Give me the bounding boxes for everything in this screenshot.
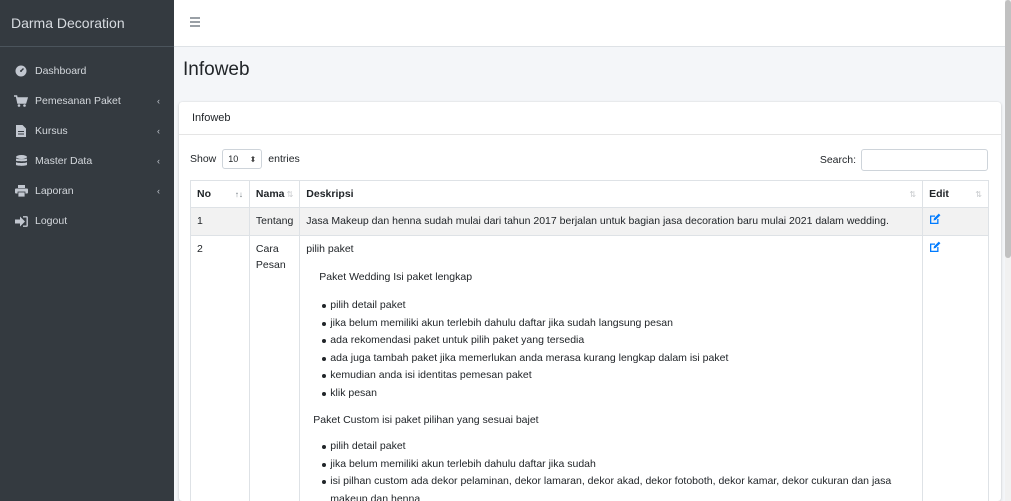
- brand-link[interactable]: Darma Decoration: [0, 0, 174, 47]
- sidebar-item-label: Laporan: [35, 185, 74, 197]
- sidebar-item-pemesanan-paket[interactable]: Pemesanan Paket ‹: [0, 86, 174, 116]
- chevron-left-icon: ‹: [157, 96, 160, 106]
- list-item: jika belum memiliki akun terlebih dahulu…: [322, 315, 916, 333]
- scrollbar-thumb[interactable]: [1005, 0, 1011, 258]
- sidebar-item-label: Kursus: [35, 125, 68, 137]
- column-header-label: Deskripsi: [306, 188, 354, 200]
- chevron-left-icon: ‹: [157, 186, 160, 196]
- cell-deskripsi: pilih paket Paket Wedding Isi paket leng…: [299, 235, 924, 501]
- search-input[interactable]: [861, 149, 988, 171]
- column-header-no[interactable]: No ↑↓: [190, 180, 250, 208]
- sort-icon: ⇅: [975, 190, 982, 199]
- content-card: Infoweb Show 10 ⬍ entries Search: No ↑↓ N…: [179, 102, 1001, 501]
- search-control: Search:: [820, 149, 988, 171]
- table-header-row: No ↑↓ Nama ⇅ Deskripsi ⇅ Edit ⇅: [190, 180, 989, 208]
- list-item: klik pesan: [322, 385, 916, 403]
- sidebar: Darma Decoration Dashboard Pemesanan Pak…: [0, 0, 174, 501]
- sidebar-item-label: Master Data: [35, 155, 93, 167]
- cart-icon: [14, 95, 28, 107]
- entries-control: Show 10 ⬍ entries: [190, 149, 300, 169]
- desc-custom-heading: Paket Custom isi paket pilihan yang sesu…: [313, 414, 539, 426]
- sidebar-item-label: Pemesanan Paket: [35, 95, 121, 107]
- sidebar-item-kursus[interactable]: Kursus ‹: [0, 116, 174, 146]
- cell-nama: Cara Pesan: [248, 235, 301, 501]
- column-header-edit[interactable]: Edit ⇅: [922, 180, 989, 208]
- sidebar-nav: Dashboard Pemesanan Paket ‹ Kursus ‹ Mas…: [0, 47, 174, 236]
- entries-select[interactable]: 10 ⬍: [222, 149, 263, 169]
- sidebar-item-laporan[interactable]: Laporan ‹: [0, 176, 174, 206]
- cell-no: 2: [190, 235, 250, 501]
- infoweb-table: No ↑↓ Nama ⇅ Deskripsi ⇅ Edit ⇅ 1 Tentang Ja…: [190, 180, 989, 501]
- column-header-label: No: [197, 188, 211, 200]
- custom-steps-list: pilih detail paket jika belum memiliki a…: [306, 438, 916, 501]
- column-header-label: Edit: [929, 188, 949, 200]
- chevron-left-icon: ‹: [157, 156, 160, 166]
- sidebar-item-logout[interactable]: Logout: [0, 206, 174, 236]
- wedding-steps-list: pilih detail paket jika belum memiliki a…: [306, 297, 916, 402]
- entries-label: entries: [268, 153, 300, 165]
- desc-intro: pilih paket: [306, 243, 354, 255]
- print-icon: [14, 185, 28, 197]
- sidebar-item-master-data[interactable]: Master Data ‹: [0, 146, 174, 176]
- cell-no: 1: [190, 207, 250, 236]
- table-row: 1 Tentang Jasa Makeup dan henna sudah mu…: [190, 207, 989, 236]
- sort-asc-icon: ↑↓: [234, 190, 243, 199]
- database-icon: [14, 155, 28, 167]
- list-item: kemudian anda isi identitas pemesan pake…: [322, 367, 916, 385]
- list-item: pilih detail paket: [322, 438, 916, 456]
- sidebar-item-label: Dashboard: [35, 65, 87, 77]
- cell-edit: [922, 207, 989, 236]
- list-item: isi pilhan custom ada dekor pelaminan, d…: [322, 473, 916, 501]
- search-label: Search:: [819, 154, 856, 166]
- page-title: Infoweb: [183, 59, 250, 80]
- desc-wedding-heading: Paket Wedding Isi paket lengkap: [319, 271, 473, 283]
- page-scrollbar[interactable]: [1005, 0, 1011, 501]
- sidebar-item-dashboard[interactable]: Dashboard: [0, 56, 174, 86]
- select-arrows-icon: ⬍: [249, 154, 257, 164]
- list-item: pilih detail paket: [322, 297, 916, 315]
- edit-icon[interactable]: [929, 241, 941, 253]
- cell-edit: [922, 235, 989, 501]
- top-navbar: [174, 0, 1005, 47]
- list-item: jika belum memiliki akun terlebih dahulu…: [322, 456, 916, 474]
- table-row: 2 Cara Pesan pilih paket Paket Wedding I…: [190, 235, 989, 501]
- show-label: Show: [190, 153, 217, 165]
- cell-deskripsi: Jasa Makeup dan henna sudah mulai dari t…: [299, 207, 924, 236]
- sort-icon: ⇅: [909, 190, 917, 199]
- entries-select-value: 10: [228, 154, 239, 164]
- list-item: ada rekomendasi paket untuk pilih paket …: [322, 332, 916, 350]
- hamburger-menu-icon[interactable]: [190, 17, 200, 27]
- sign-out-icon: [14, 215, 28, 227]
- book-icon: [14, 125, 28, 137]
- column-header-nama[interactable]: Nama ⇅: [248, 180, 301, 208]
- tachometer-icon: [14, 65, 28, 77]
- column-header-deskripsi[interactable]: Deskripsi ⇅: [299, 180, 924, 208]
- sidebar-item-label: Logout: [35, 215, 68, 227]
- list-item: ada juga tambah paket jika memerlukan an…: [322, 350, 916, 368]
- card-header: Infoweb: [179, 102, 1001, 135]
- cell-nama: Tentang: [248, 207, 301, 236]
- sort-icon: ⇅: [286, 190, 294, 199]
- column-header-label: Nama: [255, 188, 285, 200]
- chevron-left-icon: ‹: [157, 126, 160, 136]
- edit-icon[interactable]: [929, 213, 941, 225]
